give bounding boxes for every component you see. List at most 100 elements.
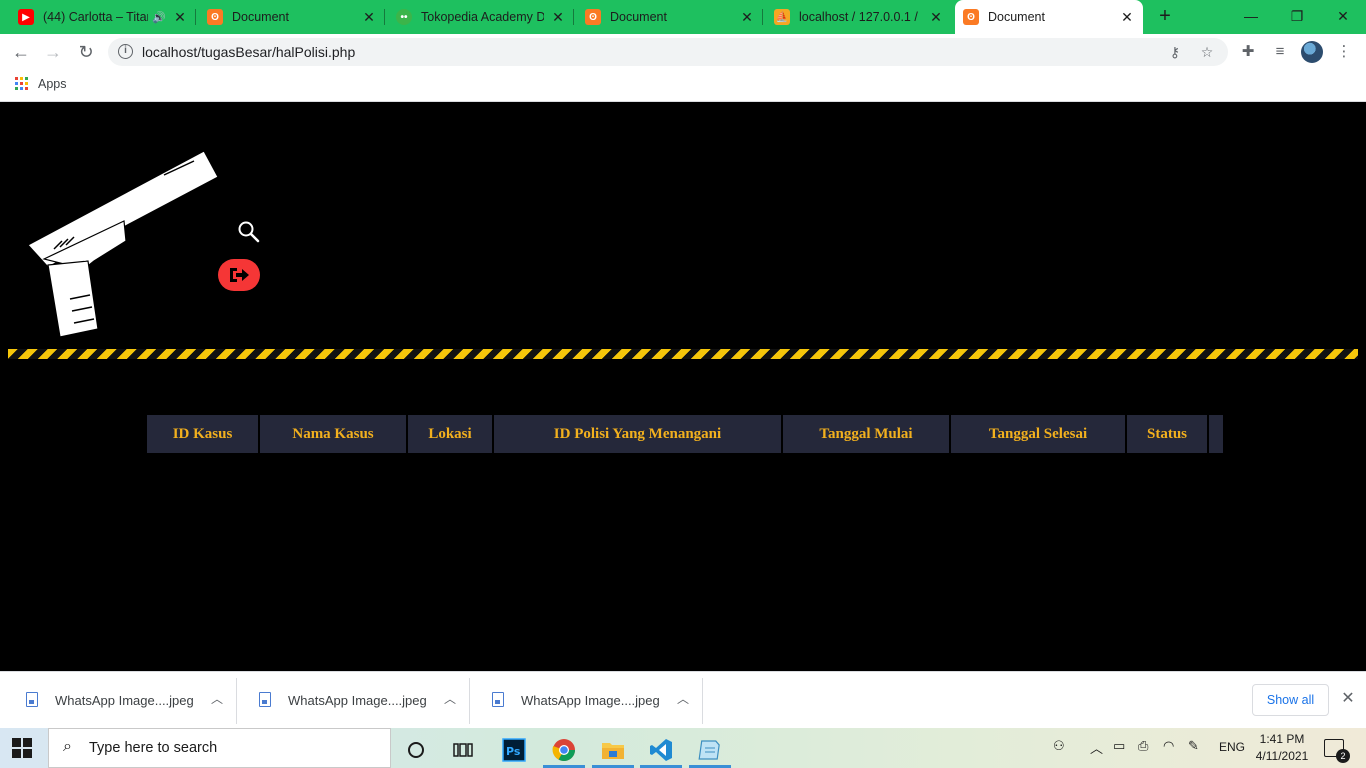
folder-icon <box>602 743 624 759</box>
column-header-lokasi: Lokasi <box>408 415 492 453</box>
close-window-button[interactable]: ✕ <box>1320 0 1366 34</box>
vscode-icon <box>650 739 672 761</box>
taskbar: ⌕ Type here to search Ps ⚇ ︿ ▭ ⎙ ◠ ✎ ENG… <box>0 728 1366 768</box>
phpmyadmin-icon: ⛵ <box>774 9 790 25</box>
close-icon[interactable]: ✕ <box>928 9 944 25</box>
menu-icon[interactable]: ⋮ <box>1334 42 1354 62</box>
forward-button[interactable]: → <box>40 39 66 65</box>
image-file-icon <box>259 692 271 707</box>
page-content: ID Kasus Nama Kasus Lokasi ID Polisi Yan… <box>0 103 1366 671</box>
tab-title: Document <box>988 10 1045 24</box>
tab-youtube[interactable]: ▶ (44) Carlotta – Titan 🔊 ✕ <box>10 0 196 34</box>
clock-date: 4/11/2021 <box>1255 749 1309 763</box>
chevron-up-icon[interactable]: ︿ <box>674 690 692 708</box>
xampp-icon: ʘ <box>963 9 979 25</box>
media-control-icon[interactable]: ≡ <box>1270 42 1290 62</box>
wifi-icon[interactable]: ◠ <box>1163 738 1174 754</box>
chrome-icon <box>552 739 575 761</box>
cortana-button[interactable] <box>393 732 439 768</box>
logout-button[interactable] <box>218 259 260 291</box>
star-icon[interactable]: ☆ <box>1198 43 1216 61</box>
reload-button[interactable]: ↻ <box>73 39 99 65</box>
chevron-up-icon[interactable]: ︿ <box>208 690 226 708</box>
pen-icon[interactable]: ✎ <box>1188 738 1199 754</box>
close-icon[interactable]: ✕ <box>1338 689 1358 709</box>
download-item[interactable]: WhatsApp Image....jpeg ︿ <box>4 678 237 724</box>
battery-icon[interactable]: ▭ <box>1113 738 1125 754</box>
search-icon: ⌕ <box>63 738 72 755</box>
logout-icon <box>230 268 249 282</box>
tab-phpmyadmin[interactable]: ⛵ localhost / 127.0.0.1 / k ✕ <box>766 0 952 34</box>
clock[interactable]: 1:41 PM 4/11/2021 <box>1252 731 1312 765</box>
close-icon[interactable]: ✕ <box>550 9 566 25</box>
tab-document-1[interactable]: ʘ Document ✕ <box>199 0 385 34</box>
info-icon[interactable]: i <box>118 44 133 59</box>
column-header-tanggal-selesai: Tanggal Selesai <box>951 415 1125 453</box>
download-bar: WhatsApp Image....jpeg ︿ WhatsApp Image.… <box>0 671 1366 728</box>
xampp-icon: ʘ <box>585 9 601 25</box>
vscode-app[interactable] <box>638 732 684 768</box>
close-icon[interactable]: ✕ <box>1119 9 1135 25</box>
tab-document-2[interactable]: ʘ Document ✕ <box>577 0 763 34</box>
apps-grid-icon[interactable] <box>15 77 28 90</box>
speaker-icon[interactable]: 🔊 <box>152 11 166 24</box>
taskbar-search-placeholder[interactable]: Type here to search <box>89 740 217 756</box>
download-filename[interactable]: WhatsApp Image....jpeg <box>288 693 427 708</box>
clock-time: 1:41 PM <box>1259 732 1305 746</box>
download-item[interactable]: WhatsApp Image....jpeg ︿ <box>470 678 703 724</box>
restore-button[interactable]: ❐ <box>1274 0 1320 34</box>
download-item[interactable]: WhatsApp Image....jpeg ︿ <box>237 678 470 724</box>
table-header-row: ID Kasus Nama Kasus Lokasi ID Polisi Yan… <box>147 415 1223 453</box>
notepad-app[interactable] <box>687 732 733 768</box>
address-url[interactable]: localhost/tugasBesar/halPolisi.php <box>142 44 355 60</box>
image-file-icon <box>26 692 38 707</box>
taskbar-search-box[interactable]: ⌕ Type here to search <box>48 728 391 768</box>
tab-tokopedia[interactable]: •• Tokopedia Academy De ✕ <box>388 0 574 34</box>
bookmarks-bar: Apps <box>0 70 1366 102</box>
close-icon[interactable]: ✕ <box>739 9 755 25</box>
tab-document-active[interactable]: ʘ Document ✕ <box>955 0 1143 34</box>
people-icon[interactable]: ⚇ <box>1053 738 1065 754</box>
cortana-icon <box>408 742 424 758</box>
tab-title: localhost / 127.0.0.1 / k <box>799 10 922 24</box>
browser-toolbar: ← → ↻ i localhost/tugasBesar/halPolisi.p… <box>0 34 1366 70</box>
close-icon[interactable]: ✕ <box>361 9 377 25</box>
back-button[interactable]: ← <box>8 39 34 65</box>
tab-title: Tokopedia Academy De <box>421 10 544 24</box>
notification-center-button[interactable]: 2 <box>1324 739 1350 763</box>
close-icon[interactable]: ✕ <box>172 9 188 25</box>
windows-start-button[interactable] <box>12 738 32 758</box>
tab-title: Document <box>610 10 667 24</box>
police-tape-divider <box>8 349 1358 359</box>
task-view-icon <box>453 743 473 757</box>
language-indicator[interactable]: ENG <box>1219 740 1245 754</box>
search-icon[interactable] <box>236 219 260 243</box>
tokopedia-icon: •• <box>396 9 412 25</box>
tab-title: (44) Carlotta – Titan <box>43 10 149 24</box>
chrome-app[interactable] <box>541 732 587 768</box>
file-explorer-app[interactable] <box>590 732 636 768</box>
chevron-up-icon[interactable]: ︿ <box>1090 738 1103 757</box>
photoshop-app[interactable]: Ps <box>491 732 537 768</box>
profile-avatar[interactable] <box>1301 41 1323 63</box>
column-header-status: Status <box>1127 415 1207 453</box>
key-icon[interactable]: ⚷ <box>1166 43 1184 61</box>
apps-bookmark[interactable]: Apps <box>38 77 67 91</box>
column-header-tanggal-mulai: Tanggal Mulai <box>783 415 949 453</box>
show-all-button[interactable]: Show all <box>1252 684 1329 716</box>
address-bar[interactable]: i localhost/tugasBesar/halPolisi.php ⚷ ☆ <box>108 38 1228 66</box>
chevron-up-icon[interactable]: ︿ <box>441 690 459 708</box>
xampp-icon: ʘ <box>207 9 223 25</box>
pistol-logo <box>27 150 219 338</box>
download-filename[interactable]: WhatsApp Image....jpeg <box>521 693 660 708</box>
new-tab-button[interactable]: + <box>1154 5 1176 27</box>
column-header-id-polisi: ID Polisi Yang Menangani <box>494 415 781 453</box>
meet-now-icon[interactable]: ⎙ <box>1138 738 1148 754</box>
column-header-id-kasus: ID Kasus <box>147 415 258 453</box>
case-table: ID Kasus Nama Kasus Lokasi ID Polisi Yan… <box>145 415 1225 453</box>
task-view-button[interactable] <box>440 732 486 768</box>
download-filename[interactable]: WhatsApp Image....jpeg <box>55 693 194 708</box>
extensions-icon[interactable]: ✚ <box>1238 42 1258 62</box>
minimize-button[interactable]: — <box>1228 0 1274 34</box>
photoshop-icon: Ps <box>502 738 526 762</box>
